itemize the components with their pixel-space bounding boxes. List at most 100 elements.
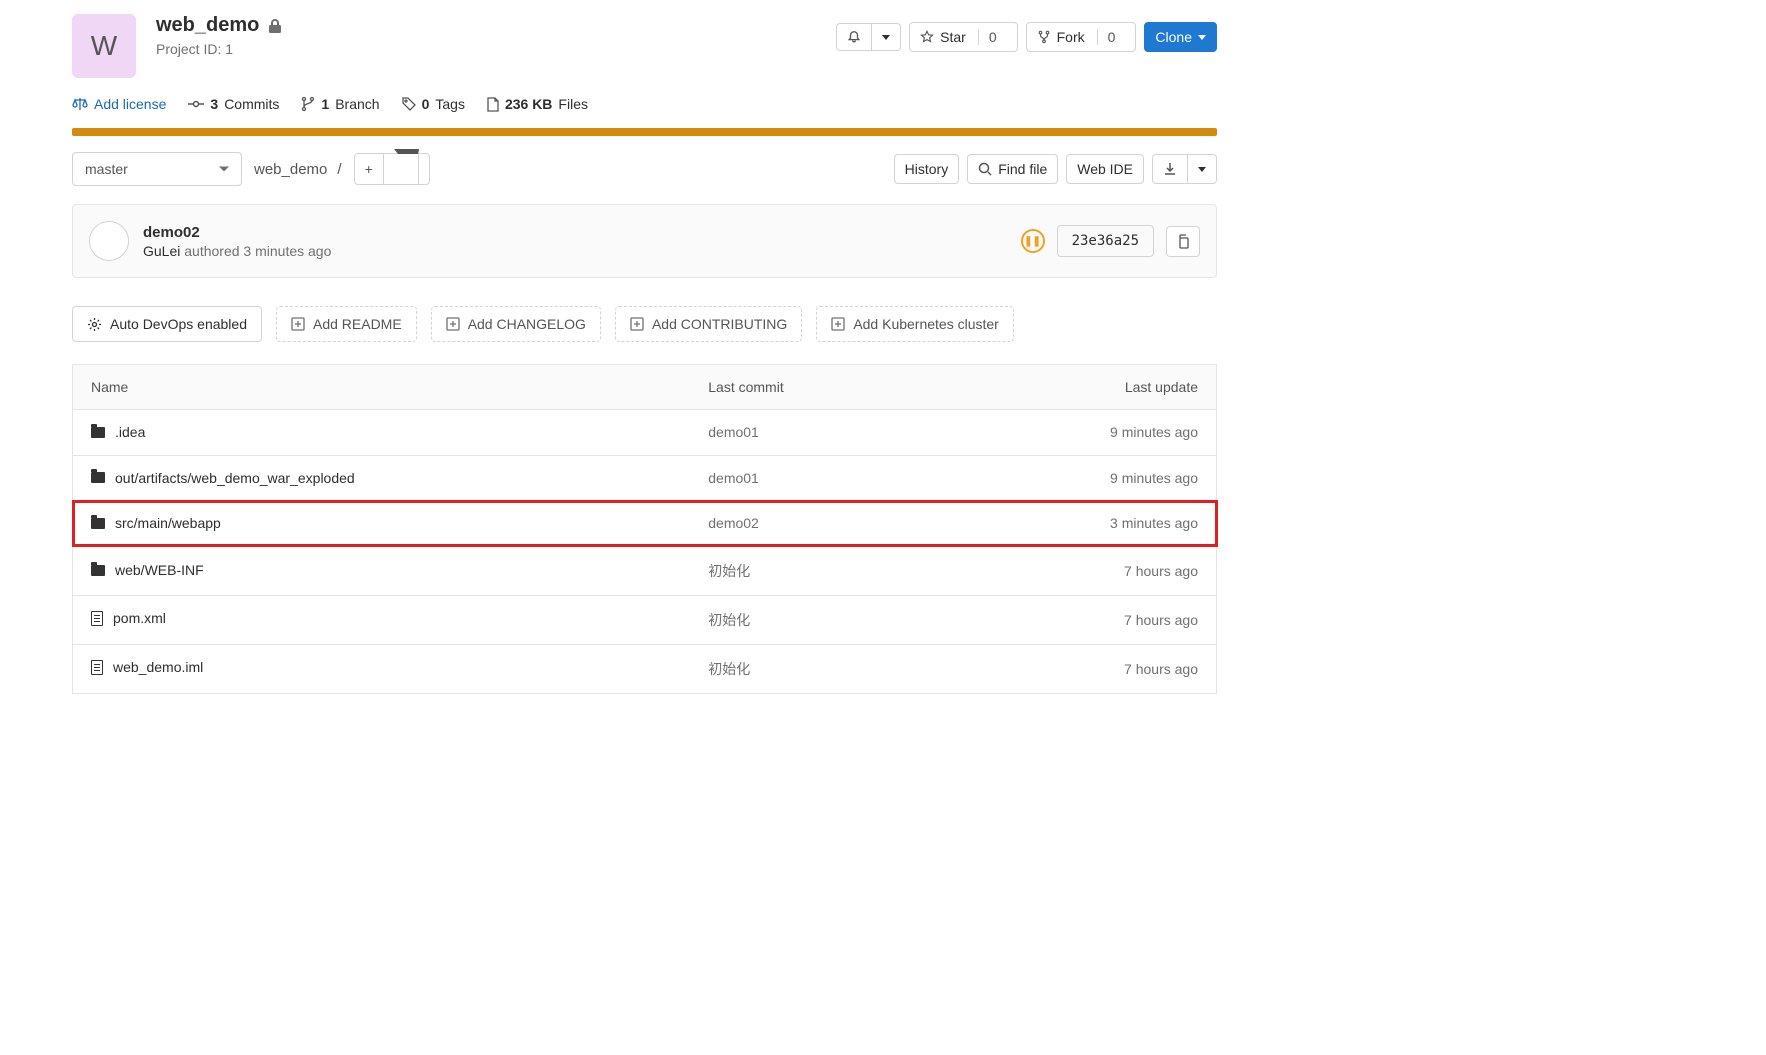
fork-icon [1037,30,1051,44]
table-row[interactable]: .idea demo019 minutes ago [73,410,1217,456]
notification-button-group[interactable] [836,23,901,51]
chevron-down-icon [1198,167,1206,172]
th-name: Name [73,365,691,410]
add-kubernetes-button[interactable]: Add Kubernetes cluster [816,306,1014,342]
tags-stat[interactable]: 0Tags [402,96,465,112]
branches-stat[interactable]: 1Branch [301,96,379,112]
table-row[interactable]: web/WEB-INF 初始化7 hours ago [73,546,1217,595]
file-icon [91,660,103,675]
last-commit-box: demo02 GuLei authored 3 minutes ago ❚❚ 2… [72,204,1217,278]
notification-button[interactable] [836,23,872,51]
tag-icon [402,97,416,111]
lock-icon [267,18,283,34]
chevron-down-icon [1198,35,1206,40]
file-last-commit[interactable]: demo01 [690,455,987,501]
clone-label: Clone [1155,29,1192,45]
project-avatar: W [72,14,136,78]
file-toolbar: master web_demo / + History Find file We… [72,152,1217,186]
plus-icon: + [355,154,384,184]
th-commit: Last commit [690,365,987,410]
commit-time: 3 minutes ago [243,243,331,259]
pipeline-status-pending-icon[interactable]: ❚❚ [1021,229,1045,253]
gear-icon [87,317,102,332]
find-file-button[interactable]: Find file [967,154,1058,184]
table-row[interactable]: web_demo.iml 初始化7 hours ago [73,644,1217,693]
file-last-commit[interactable]: demo01 [690,410,987,456]
file-last-update: 7 hours ago [988,595,1217,644]
files-stat[interactable]: 236 KBFiles [487,96,588,112]
add-file-dropdown[interactable]: + [354,153,430,185]
breadcrumb-separator: / [337,161,341,178]
chevron-down-icon [384,154,429,184]
breadcrumb-root[interactable]: web_demo [254,161,327,178]
search-icon [978,162,992,176]
fork-button[interactable]: Fork 0 [1026,22,1137,52]
file-tree-table: Name Last commit Last update .idea demo01… [72,364,1217,694]
file-last-update: 9 minutes ago [988,410,1217,456]
license-icon [72,97,88,111]
web-ide-button[interactable]: Web IDE [1066,154,1144,184]
file-last-commit[interactable]: demo02 [690,501,987,547]
branch-icon [301,96,315,112]
fork-label: Fork [1057,29,1085,45]
add-contributing-button[interactable]: Add CONTRIBUTING [615,306,802,342]
copy-sha-button[interactable] [1166,226,1200,257]
folder-icon [91,427,105,438]
file-last-update: 7 hours ago [988,644,1217,693]
clipboard-icon [1176,234,1190,249]
table-row[interactable]: pom.xml 初始化7 hours ago [73,595,1217,644]
plus-square-icon [291,317,305,331]
commit-meta: GuLei authored 3 minutes ago [143,243,331,259]
notification-dropdown[interactable] [872,23,901,51]
auto-devops-button[interactable]: Auto DevOps enabled [72,306,262,342]
add-changelog-button[interactable]: Add CHANGELOG [431,306,601,342]
file-name[interactable]: src/main/webapp [91,515,221,531]
plus-square-icon [630,317,644,331]
storage-bar [72,128,1217,136]
download-button[interactable] [1152,154,1188,184]
project-name[interactable]: web_demo [156,14,259,37]
th-update: Last update [988,365,1217,410]
folder-icon [91,565,105,576]
star-button[interactable]: Star 0 [909,22,1017,52]
file-last-commit[interactable]: 初始化 [690,595,987,644]
project-header: W web_demo Project ID: 1 Star 0 [72,14,1217,78]
file-name[interactable]: web/WEB-INF [91,562,204,578]
table-row[interactable]: src/main/webapp demo023 minutes ago [73,501,1217,547]
file-name[interactable]: out/artifacts/web_demo_war_exploded [91,470,355,486]
plus-square-icon [446,317,460,331]
clone-button[interactable]: Clone [1144,22,1217,52]
project-id-label: Project ID: 1 [156,41,283,57]
project-stats: Add license 3Commits 1Branch 0Tags 236 K… [72,96,1217,112]
branch-selector[interactable]: master [72,152,242,186]
star-icon [920,30,934,44]
commit-icon [188,99,204,109]
download-button-group[interactable] [1152,154,1217,184]
file-icon [91,611,103,626]
star-count: 0 [978,29,1007,45]
plus-square-icon [831,317,845,331]
file-last-update: 3 minutes ago [988,501,1217,547]
add-license-link[interactable]: Add license [72,96,166,112]
commits-stat[interactable]: 3Commits [188,96,279,112]
commit-message[interactable]: demo02 [143,224,331,241]
commit-sha[interactable]: 23e36a25 [1057,225,1154,257]
commit-author-avatar[interactable] [89,221,129,261]
file-name[interactable]: pom.xml [91,610,166,626]
bell-icon [847,30,861,44]
commit-author[interactable]: GuLei [143,243,180,259]
table-row[interactable]: out/artifacts/web_demo_war_exploded demo0… [73,455,1217,501]
history-button[interactable]: History [894,154,960,184]
project-suggestions: Auto DevOps enabled Add README Add CHANG… [72,306,1217,342]
add-readme-button[interactable]: Add README [276,306,417,342]
file-last-commit[interactable]: 初始化 [690,644,987,693]
file-last-update: 9 minutes ago [988,455,1217,501]
file-last-commit[interactable]: 初始化 [690,546,987,595]
download-dropdown[interactable] [1188,154,1217,184]
download-icon [1163,162,1177,176]
file-last-update: 7 hours ago [988,546,1217,595]
file-name[interactable]: .idea [91,424,145,440]
fork-count: 0 [1097,29,1126,45]
star-label: Star [940,29,966,45]
file-name[interactable]: web_demo.iml [91,659,203,675]
